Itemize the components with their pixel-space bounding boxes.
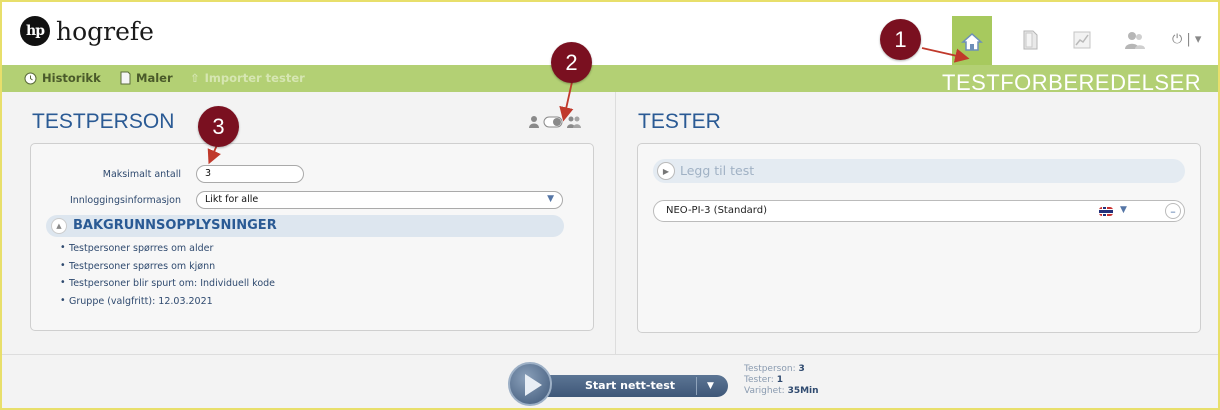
list-item: Testpersoner blir spurt om: Individuell … — [60, 277, 275, 296]
chevron-down-icon[interactable]: ▼ — [696, 377, 724, 395]
login-info-select[interactable]: Likt for alle ▼ — [196, 191, 563, 209]
start-bar: Start nett-test ▼ — [538, 375, 728, 397]
test-name: NEO-PI-3 (Standard) — [666, 205, 767, 216]
summary-tester-label: Tester: — [744, 375, 774, 385]
background-info-header[interactable]: ▲ BAKGRUNNSOPPLYSNINGER — [46, 215, 564, 237]
history-icon — [24, 72, 37, 84]
testperson-panel: Maksimalt antall 3 Innloggingsinformasjo… — [30, 143, 594, 331]
nav-tab-documents[interactable] — [1010, 16, 1050, 64]
list-item: Testpersoner spørres om kjønn — [60, 260, 275, 279]
testperson-title: TESTPERSON — [32, 110, 175, 133]
hogrefe-logo[interactable]: hp hogrefe — [20, 16, 154, 46]
person-mode-switch[interactable] — [528, 115, 582, 128]
callout-2: 2 — [551, 42, 592, 83]
chart-icon — [1073, 31, 1091, 49]
remove-test-button[interactable]: – — [1165, 203, 1181, 219]
logo-text: hogrefe — [56, 16, 154, 46]
tester-title: TESTER — [638, 110, 721, 133]
power-menu[interactable]: ⏻ | ▾ — [1172, 32, 1201, 47]
single-person-icon — [529, 116, 539, 128]
template-icon — [120, 71, 131, 85]
add-test-button[interactable]: ▶ Legg til test — [653, 159, 1185, 183]
nav-tab-users[interactable] — [1115, 16, 1155, 64]
document-icon — [1023, 30, 1038, 50]
play-circle-icon — [508, 362, 552, 406]
section-title: TESTFORBEREDELSER — [942, 70, 1202, 95]
summary-testperson-value: 3 — [798, 364, 805, 374]
test-row[interactable]: NEO-PI-3 (Standard) ▼ – — [653, 200, 1185, 222]
background-info-title: BAKGRUNNSOPPLYSNINGER — [73, 218, 277, 233]
summary-duration-label: Varighet: — [744, 386, 785, 396]
play-icon: ▶ — [657, 162, 675, 180]
upload-arrow-icon: ⇧ — [190, 71, 200, 85]
callout-3: 3 — [198, 106, 239, 147]
group-persons-icon — [567, 116, 581, 128]
chevron-down-icon[interactable]: ▼ — [1120, 205, 1127, 215]
max-count-label: Maksimalt antall — [102, 169, 181, 180]
importer-tester-button[interactable]: ⇧ Importer tester — [190, 71, 305, 85]
max-count-input[interactable]: 3 — [196, 165, 304, 183]
list-item: Gruppe (valgfritt): 12.03.2021 — [60, 295, 275, 314]
tester-panel: ▶ Legg til test NEO-PI-3 (Standard) ▼ – — [637, 143, 1201, 333]
summary-testperson-label: Testperson: — [744, 364, 796, 374]
login-info-value: Likt for alle — [205, 194, 259, 205]
logo-mark: hp — [20, 16, 50, 46]
app-header: hp hogrefe ⏻ | ▾ — [2, 2, 1218, 67]
maler-button[interactable]: Maler — [120, 71, 173, 85]
importer-label: Importer tester — [204, 71, 305, 85]
test-summary: Testperson: 3 Tester: 1 Varighet: 35Min — [744, 364, 819, 397]
add-test-label: Legg til test — [680, 163, 755, 178]
collapse-icon[interactable]: ▲ — [51, 218, 67, 234]
norway-flag-icon[interactable] — [1099, 207, 1113, 216]
summary-tester-value: 1 — [776, 375, 783, 385]
list-item: Testpersoner spørres om alder — [60, 242, 275, 261]
start-label: Start nett-test — [585, 379, 676, 392]
nav-tab-reports[interactable] — [1062, 16, 1102, 64]
column-divider — [615, 92, 616, 354]
users-icon — [1125, 32, 1145, 49]
background-info-list: Testpersoner spørres om alder Testperson… — [60, 242, 275, 314]
nav-tab-home[interactable] — [952, 16, 992, 67]
home-icon — [961, 32, 983, 51]
toggle-switch-icon[interactable] — [543, 116, 563, 128]
historikk-label: Historikk — [42, 71, 101, 85]
login-info-label: Innloggingsinformasjon — [69, 195, 181, 206]
callout-1: 1 — [880, 19, 921, 60]
footer-divider — [2, 354, 1218, 355]
chevron-down-icon: ▼ — [547, 194, 554, 204]
maler-label: Maler — [136, 71, 173, 85]
summary-duration-value: 35Min — [787, 386, 819, 396]
historikk-button[interactable]: Historikk — [24, 71, 101, 85]
